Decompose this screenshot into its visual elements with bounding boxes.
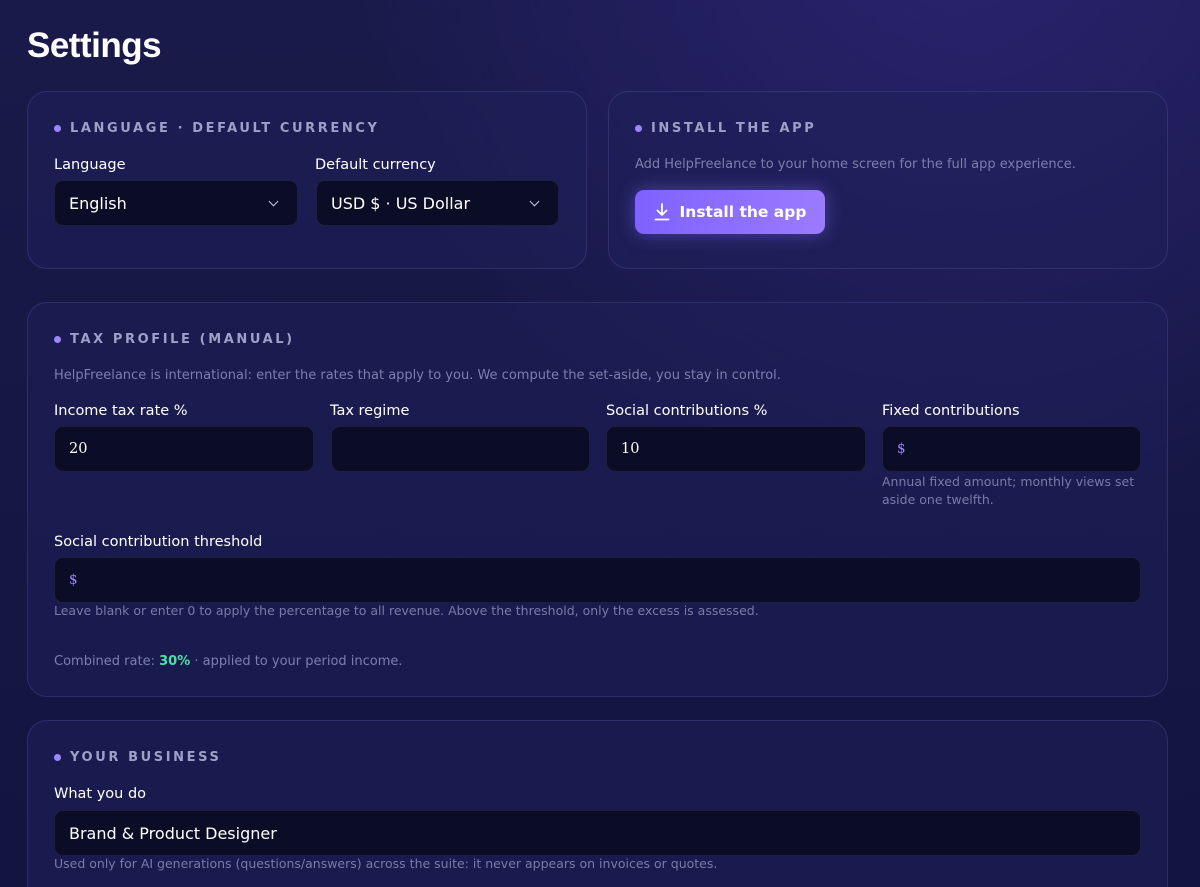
card-header: YOUR BUSINESS — [54, 750, 221, 765]
social-contributions-input[interactable]: 10 — [606, 426, 866, 472]
income-tax-value: 20 — [69, 441, 88, 457]
combined-rate-prefix: Combined rate: — [54, 654, 160, 669]
install-button-label: Install the app — [679, 203, 807, 221]
your-business-card: YOUR BUSINESS What you do Brand & Produc… — [27, 720, 1168, 887]
bullet-dot-icon — [54, 125, 61, 132]
bullet-dot-icon — [54, 336, 61, 343]
tax-description: HelpFreelance is international: enter th… — [54, 368, 781, 383]
language-select[interactable]: English — [54, 180, 298, 226]
currency-select[interactable]: USD $ · US Dollar — [316, 180, 559, 226]
tax-regime-input[interactable] — [331, 426, 590, 472]
fixed-contributions-label: Fixed contributions — [882, 403, 1020, 419]
install-app-card: INSTALL THE APP Add HelpFreelance to you… — [608, 91, 1168, 269]
currency-label: Default currency — [315, 157, 436, 173]
what-you-do-label: What you do — [54, 786, 147, 802]
language-select-value: English — [69, 193, 127, 213]
social-contributions-label: Social contributions % — [606, 403, 768, 419]
card-title: YOUR BUSINESS — [70, 750, 222, 765]
combined-rate-summary: Combined rate: 30% · applied to your per… — [54, 654, 403, 669]
install-app-button[interactable]: Install the app — [635, 190, 825, 234]
language-label: Language — [54, 157, 126, 173]
card-header: INSTALL THE APP — [635, 121, 816, 136]
threshold-label: Social contribution threshold — [54, 534, 263, 550]
threshold-hint: Leave blank or enter 0 to apply the perc… — [54, 603, 759, 618]
card-title: INSTALL THE APP — [651, 121, 817, 136]
bullet-dot-icon — [54, 754, 61, 761]
card-title: TAX PROFILE (MANUAL) — [70, 332, 295, 347]
dollar-prefix: $ — [897, 441, 906, 457]
what-you-do-hint: Used only for AI generations (questions/… — [54, 856, 718, 871]
card-title: LANGUAGE · DEFAULT CURRENCY — [70, 121, 380, 136]
tax-profile-card: TAX PROFILE (MANUAL) HelpFreelance is in… — [27, 302, 1168, 697]
currency-select-value: USD $ · US Dollar — [331, 193, 471, 213]
language-currency-card: LANGUAGE · DEFAULT CURRENCY Language Eng… — [27, 91, 587, 269]
fixed-contributions-input[interactable]: $ — [882, 426, 1141, 472]
chevron-down-icon — [529, 196, 540, 206]
bullet-dot-icon — [635, 125, 642, 132]
what-you-do-input[interactable]: Brand & Product Designer — [54, 810, 1141, 856]
install-description: Add HelpFreelance to your home screen fo… — [635, 157, 1076, 172]
chevron-down-icon — [268, 196, 279, 206]
page-title: Settings — [27, 26, 162, 65]
card-header: TAX PROFILE (MANUAL) — [54, 332, 295, 347]
tax-regime-label: Tax regime — [330, 403, 410, 419]
download-icon — [654, 203, 669, 221]
threshold-input[interactable]: $ — [54, 557, 1141, 603]
income-tax-label: Income tax rate % — [54, 403, 188, 419]
card-header: LANGUAGE · DEFAULT CURRENCY — [54, 121, 380, 136]
what-you-do-value: Brand & Product Designer — [69, 823, 277, 843]
dollar-prefix: $ — [69, 572, 78, 588]
fixed-contributions-hint: Annual fixed amount; monthly views set a… — [882, 474, 1135, 507]
income-tax-input[interactable]: 20 — [54, 426, 314, 472]
social-contributions-value: 10 — [621, 441, 640, 457]
combined-rate-suffix: · applied to your period income. — [190, 654, 403, 669]
combined-rate-value: 30% — [159, 654, 191, 669]
